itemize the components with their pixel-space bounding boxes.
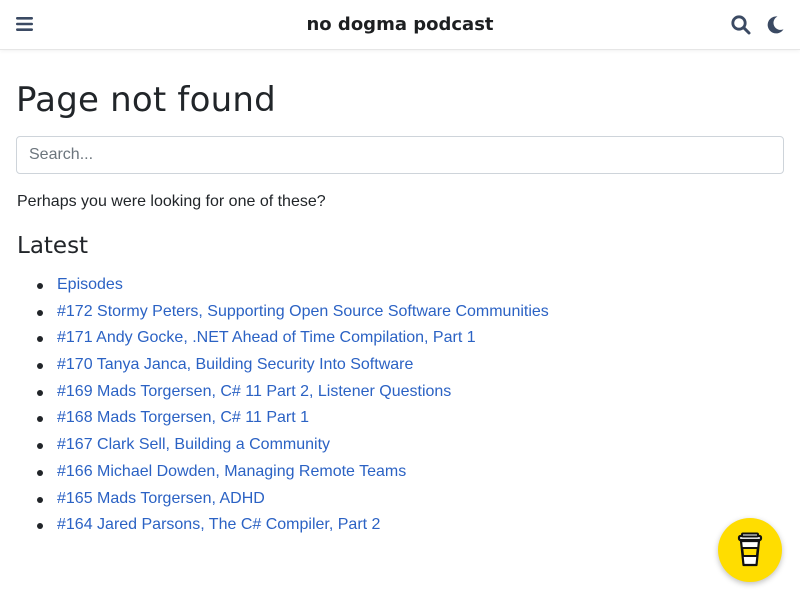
list-item: Episodes (37, 272, 549, 299)
episode-link[interactable]: #170 Tanya Janca, Building Security Into… (57, 356, 413, 373)
episodes-link[interactable]: Episodes (57, 276, 123, 293)
list-item: #166 Michael Dowden, Managing Remote Tea… (37, 459, 549, 486)
search-input[interactable] (16, 136, 784, 174)
list-item: #168 Mads Torgersen, C# 11 Part 1 (37, 405, 549, 432)
list-item: #167 Clark Sell, Building a Community (37, 432, 549, 459)
site-title[interactable]: no dogma podcast (0, 0, 800, 50)
list-item: #170 Tanya Janca, Building Security Into… (37, 352, 549, 379)
top-navbar: no dogma podcast (0, 0, 800, 50)
search-icon[interactable] (729, 13, 753, 37)
list-item: #165 Mads Torgersen, ADHD (37, 486, 549, 513)
episode-link[interactable]: #168 Mads Torgersen, C# 11 Part 1 (57, 409, 309, 426)
list-item: #171 Andy Gocke, .NET Ahead of Time Comp… (37, 325, 549, 352)
episode-link[interactable]: #172 Stormy Peters, Supporting Open Sour… (57, 303, 549, 320)
list-item: #172 Stormy Peters, Supporting Open Sour… (37, 299, 549, 326)
episode-link[interactable]: #167 Clark Sell, Building a Community (57, 436, 330, 453)
episode-link[interactable]: #164 Jared Parsons, The C# Compiler, Par… (57, 516, 380, 533)
latest-heading: Latest (17, 233, 89, 259)
list-item: #169 Mads Torgersen, C# 11 Part 2, Liste… (37, 379, 549, 406)
episode-link[interactable]: #165 Mads Torgersen, ADHD (57, 490, 265, 507)
list-item: #164 Jared Parsons, The C# Compiler, Par… (37, 512, 549, 539)
hamburger-menu-icon[interactable] (14, 13, 36, 35)
episode-link[interactable]: #171 Andy Gocke, .NET Ahead of Time Comp… (57, 329, 476, 346)
episode-link[interactable]: #169 Mads Torgersen, C# 11 Part 2, Liste… (57, 383, 451, 400)
moon-icon[interactable] (763, 13, 787, 37)
episode-link[interactable]: #166 Michael Dowden, Managing Remote Tea… (57, 463, 406, 480)
buy-me-a-coffee-button[interactable] (718, 518, 782, 582)
suggestion-text: Perhaps you were looking for one of thes… (17, 193, 326, 210)
latest-list: Episodes #172 Stormy Peters, Supporting … (37, 272, 549, 539)
page-title: Page not found (16, 80, 276, 120)
